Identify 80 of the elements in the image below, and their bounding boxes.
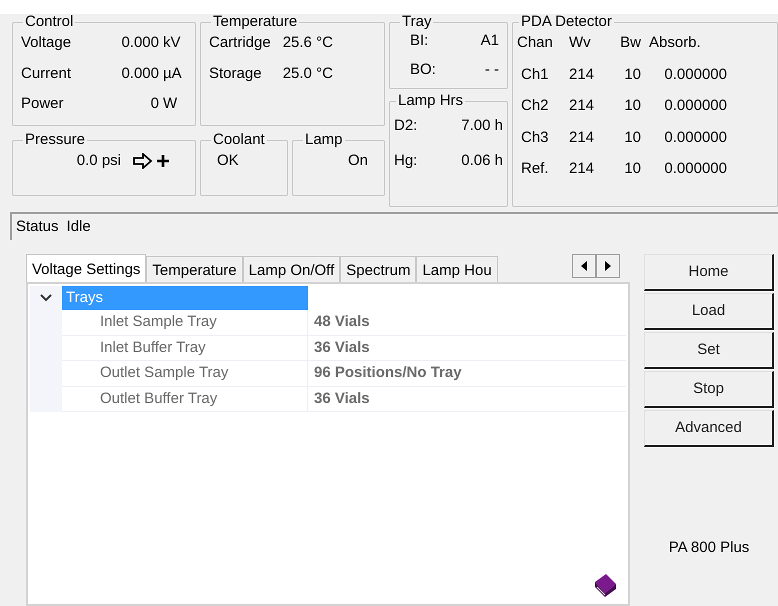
table-cell-text: Ref. [520, 159, 550, 179]
field-value: A1 [480, 31, 499, 51]
group-title: Control [24, 14, 74, 30]
property-name: Inlet Buffer Tray [62, 336, 308, 360]
field-label: Storage [209, 64, 263, 84]
group-title: Temperature [212, 14, 298, 30]
status-value: Idle [66, 216, 91, 237]
property-value: 36 Vials [313, 338, 370, 358]
group-title: Tray [401, 14, 432, 30]
pressure-value: 0.0 psi [76, 151, 121, 171]
scroll-left-button[interactable] [572, 254, 596, 278]
lamp-status: On [348, 152, 368, 169]
field-label: BI: [410, 31, 430, 51]
table-cell-text: 10 [623, 128, 641, 148]
group-title: Pressure [24, 132, 86, 148]
table-cell-text: 0.000000 [663, 128, 727, 148]
group-title: Lamp [304, 132, 344, 148]
property-value: 36 Vials [313, 388, 370, 408]
table-cell-text: Ch3 [520, 128, 550, 148]
field-label: Cartridge [209, 33, 271, 53]
table-cell-text: Ch2 [520, 96, 550, 116]
table-cell-text: Ch1 [520, 64, 550, 84]
field-label: Current [21, 64, 72, 84]
field-value: 0.06 h [461, 150, 503, 170]
field-value: 0.000 [121, 33, 159, 53]
table-cell-text: 0.000000 [663, 64, 727, 84]
field-value: 7.00 h [461, 116, 503, 136]
column-header: Bw [619, 33, 641, 53]
unit-label: µA [163, 64, 183, 84]
field-label: Voltage [21, 33, 72, 53]
tab[interactable]: Temperature [146, 256, 243, 282]
property-value: 96 Positions/No Tray [313, 363, 462, 383]
tab[interactable]: Voltage Settings [26, 254, 146, 282]
group-title: Coolant [212, 132, 266, 148]
table-cell-text: 10 [623, 96, 641, 116]
group-title: PDA Detector [520, 14, 613, 30]
property-name: Outlet Buffer Tray [62, 386, 308, 411]
property-name: Outlet Sample Tray [62, 361, 308, 386]
table-cell-text: 214 [569, 96, 596, 116]
table-cell-text: 0.000000 [663, 159, 727, 179]
table-cell-text: 214 [569, 128, 596, 148]
field-value: - - [484, 60, 499, 80]
action-button[interactable]: Home [644, 254, 774, 291]
column-header: Chan [517, 33, 554, 53]
property-value: 48 Vials [313, 312, 370, 332]
action-button[interactable]: Load [644, 293, 774, 330]
field-value: 25.6 °C [282, 33, 334, 53]
left-triangle-icon [581, 261, 587, 271]
field-label: BO: [410, 60, 437, 80]
action-button[interactable]: Advanced [644, 410, 774, 447]
coolant-status: OK [217, 152, 239, 169]
table-cell-text: 214 [569, 159, 596, 179]
right-triangle-icon [605, 261, 611, 271]
table-cell-text: 0.000000 [663, 96, 727, 116]
scroll-right-button[interactable] [596, 254, 620, 278]
table-cell-text: 10 [623, 64, 641, 84]
tab[interactable]: Lamp On/Off [242, 256, 340, 282]
table-cell-text: 214 [569, 64, 596, 84]
chevron-down-icon[interactable] [40, 294, 52, 302]
field-value: 25.0 °C [282, 64, 334, 84]
instrument-name: PA 800 Plus [668, 539, 750, 556]
field-label: Power [21, 94, 65, 114]
field-label: Hg: [394, 150, 418, 170]
column-header: Wv [569, 33, 592, 53]
arrow-plus-icon [133, 153, 171, 170]
table-cell-text: 10 [623, 159, 641, 179]
property-name: Inlet Sample Tray [62, 310, 308, 334]
book-icon [592, 572, 618, 598]
status-label: Status [16, 216, 59, 237]
tab[interactable]: Lamp Hou [416, 256, 498, 282]
unit-label: kV [163, 33, 182, 53]
action-button[interactable]: Stop [644, 371, 774, 408]
tab[interactable]: Spectrum [340, 256, 416, 282]
action-button[interactable]: Set [644, 332, 774, 369]
field-label: D2: [394, 116, 418, 136]
unit-label: W [163, 94, 178, 114]
column-header: Absorb. [648, 33, 702, 53]
field-value: 0 [150, 94, 159, 114]
field-value: 0.000 [121, 64, 159, 84]
group-title: Lamp Hrs [397, 93, 464, 109]
